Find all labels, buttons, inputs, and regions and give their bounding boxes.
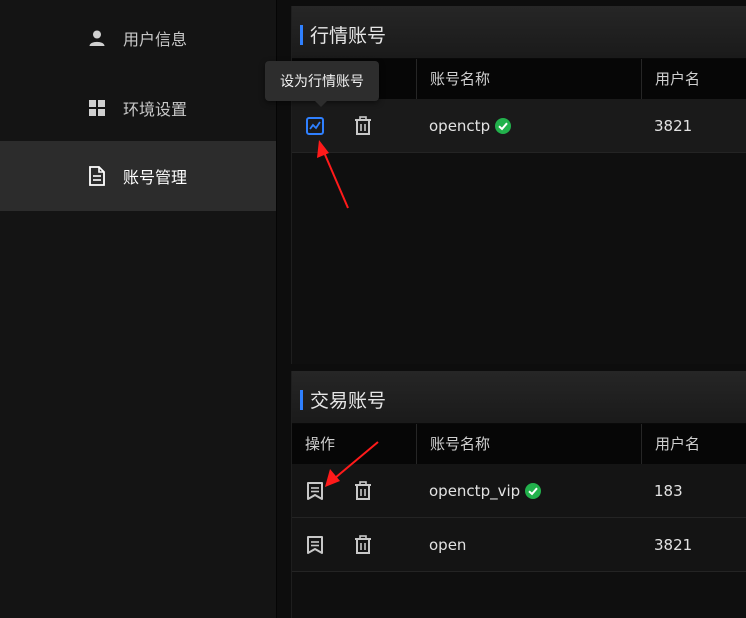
column-header-actions: 操作 xyxy=(305,435,336,453)
tooltip-arrow xyxy=(315,101,327,107)
user-icon xyxy=(87,28,107,48)
card-title: 交易账号 xyxy=(310,390,387,412)
accent-bar xyxy=(300,390,303,410)
check-circle-icon xyxy=(525,482,542,499)
sidebar-item-user-info[interactable]: 用户信息 xyxy=(0,3,276,73)
document-icon xyxy=(87,166,107,186)
sidebar-item-environment[interactable]: 环境设置 xyxy=(0,73,276,143)
column-header-username: 用户名 xyxy=(641,424,746,464)
card-header: 交易账号 xyxy=(292,371,746,424)
sidebar: 用户信息 环境设置 账号管理 xyxy=(0,0,277,618)
market-account-card: 行情账号 账号名称 用户名 openctp 3821 xyxy=(291,6,746,364)
card-title: 行情账号 xyxy=(310,25,387,47)
sidebar-item-label: 环境设置 xyxy=(123,100,188,119)
row-actions xyxy=(304,518,374,571)
tooltip-text: 设为行情账号 xyxy=(280,74,364,90)
trash-icon[interactable] xyxy=(352,534,374,556)
username-cell: 3821 xyxy=(654,535,693,554)
username-cell: 3821 xyxy=(654,116,693,135)
account-name-cell: openctp_vip xyxy=(429,464,542,517)
trash-icon[interactable] xyxy=(352,115,374,137)
column-header-account-name: 账号名称 xyxy=(416,424,641,464)
trade-account-card: 交易账号 操作 账号名称 用户名 openctp_vip 183 open 38… xyxy=(291,371,746,618)
sidebar-item-label: 账号管理 xyxy=(123,168,188,187)
set-market-account-icon[interactable] xyxy=(304,480,326,502)
table-header: 操作 账号名称 用户名 xyxy=(292,424,746,464)
check-circle-icon xyxy=(495,117,512,134)
account-name: openctp xyxy=(429,116,491,135)
sidebar-item-label: 用户信息 xyxy=(123,30,188,49)
card-header: 行情账号 xyxy=(292,6,746,59)
table-row: openctp 3821 xyxy=(292,99,746,153)
trash-icon[interactable] xyxy=(352,480,374,502)
column-header-account-name: 账号名称 xyxy=(416,59,641,99)
grid-icon xyxy=(87,98,107,118)
row-actions xyxy=(304,464,374,517)
account-name: openctp_vip xyxy=(429,481,521,500)
app-root: 用户信息 环境设置 账号管理 行情账号 账号名称 用户名 openctp 382… xyxy=(0,0,746,618)
account-name-cell: openctp xyxy=(429,99,512,152)
tooltip: 设为行情账号 xyxy=(265,61,379,107)
set-market-account-icon[interactable] xyxy=(304,115,326,137)
username-cell: 183 xyxy=(654,481,683,500)
accent-bar xyxy=(300,25,303,45)
set-market-account-icon[interactable] xyxy=(304,534,326,556)
column-header-username: 用户名 xyxy=(641,59,746,99)
sidebar-item-account-management[interactable]: 账号管理 xyxy=(0,141,276,211)
account-name-cell: open xyxy=(429,518,466,571)
table-row: openctp_vip 183 xyxy=(292,464,746,518)
table-row: open 3821 xyxy=(292,518,746,572)
account-name: open xyxy=(429,535,467,554)
